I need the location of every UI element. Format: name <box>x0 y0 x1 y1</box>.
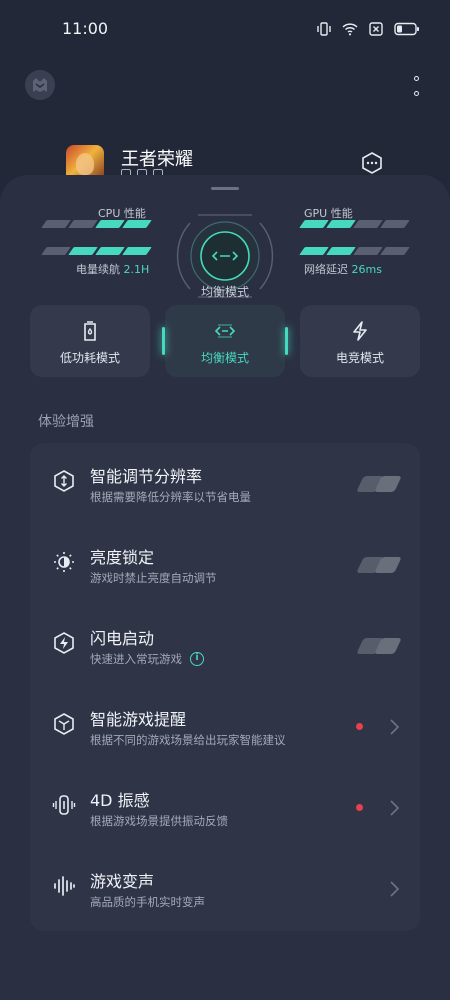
list-item-smart-reminder[interactable]: 智能游戏提醒 根据不同的游戏场景给出玩家智能建议 <box>30 686 420 767</box>
brightness-icon <box>54 552 74 572</box>
level-bar <box>68 220 98 228</box>
performance-panel: CPU 性能 GPU 性能 电量续航 2.1H 网络延迟 26ms 均衡模式 低… <box>0 175 450 1000</box>
latency-level-bars <box>299 247 410 257</box>
list-item-4d-vibration[interactable]: 4D 振感 根据游戏场景提供振动反馈 <box>30 767 420 848</box>
item-title: 智能调节分辨率 <box>90 467 203 486</box>
latency-value: 26ms <box>351 263 382 276</box>
level-bar <box>353 247 383 255</box>
drag-handle[interactable] <box>211 187 239 190</box>
status-time: 11:00 <box>62 19 109 38</box>
voice-wave-icon <box>54 876 75 896</box>
item-subtitle-text: 根据游戏场景提供振动反馈 <box>90 814 228 828</box>
smart-resolution-toggle[interactable] <box>356 474 402 494</box>
gpu-label: GPU 性能 <box>304 207 353 220</box>
item-title: 游戏变声 <box>90 872 155 891</box>
mode-power-saving[interactable]: 低功耗模式 <box>30 305 150 377</box>
vibrate-icon <box>317 22 331 36</box>
new-badge-dot <box>356 723 363 730</box>
item-subtitle-text: 根据不同的游戏场景给出玩家智能建议 <box>90 733 286 747</box>
mode-power-saving-label: 低功耗模式 <box>59 351 120 365</box>
balance-icon <box>214 324 236 338</box>
mode-esports-label: 电竞模式 <box>335 351 384 365</box>
cube-icon <box>54 713 74 735</box>
level-bar <box>95 220 125 228</box>
item-subtitle: 快速进入常玩游戏 i <box>90 651 204 667</box>
battery-info: 电量续航 2.1H <box>76 261 149 277</box>
item-subtitle-text: 高品质的手机实时变声 <box>90 895 205 909</box>
latency-info: 网络延迟 26ms <box>304 261 382 277</box>
level-bar <box>380 247 410 255</box>
level-bar <box>326 247 356 255</box>
lightning-hexagon-icon <box>54 632 74 654</box>
enhancement-list: 智能调节分辨率 根据需要降低分辨率以节省电量 亮度锁定 游戏时禁止亮度自动调节 … <box>30 443 420 931</box>
level-bar <box>95 247 125 255</box>
level-bar <box>353 220 383 228</box>
battery-saver-icon <box>84 321 96 341</box>
mode-esports[interactable]: 电竞模式 <box>300 305 420 377</box>
brightness-lock-toggle[interactable] <box>356 555 402 575</box>
item-subtitle: 根据需要降低分辨率以节省电量 <box>90 489 251 505</box>
battery-icon <box>394 22 419 36</box>
battery-value: 2.1H <box>123 263 150 276</box>
item-subtitle-text: 根据需要降低分辨率以节省电量 <box>90 490 251 504</box>
mode-balanced[interactable]: 均衡模式 <box>162 305 288 377</box>
item-subtitle-text: 快速进入常玩游戏 <box>90 652 182 666</box>
status-icons <box>316 21 420 37</box>
item-subtitle-text: 游戏时禁止亮度自动调节 <box>90 571 217 585</box>
flash-launch-toggle[interactable] <box>356 636 402 656</box>
item-subtitle: 高品质的手机实时变声 <box>90 894 205 910</box>
item-title: 4D 振感 <box>90 791 150 810</box>
current-mode-caption: 均衡模式 <box>200 285 249 299</box>
gpu-level-bars <box>299 220 410 230</box>
item-title: 智能游戏提醒 <box>90 710 187 729</box>
chevron-right-icon <box>390 800 400 816</box>
mode-selector: 低功耗模式 均衡模式 电竞模式 <box>30 305 420 377</box>
status-bar: 11:00 <box>0 0 450 60</box>
level-bar <box>122 247 152 255</box>
level-bar <box>299 220 329 228</box>
wifi-icon <box>342 23 358 36</box>
list-item-flash-launch: 闪电启动 快速进入常玩游戏 i <box>30 605 420 686</box>
resolution-icon <box>54 470 74 492</box>
cpu-level-bars <box>41 220 152 230</box>
game-title: 王者荣耀 <box>121 149 193 170</box>
list-item-voice-changer[interactable]: 游戏变声 高品质的手机实时变声 <box>30 848 420 929</box>
chevron-right-icon <box>390 719 400 735</box>
info-icon[interactable]: i <box>190 652 204 666</box>
level-bar <box>122 220 152 228</box>
section-title: 体验增强 <box>38 414 94 430</box>
more-vertical-icon[interactable] <box>404 72 428 100</box>
item-subtitle: 根据不同的游戏场景给出玩家智能建议 <box>90 732 286 748</box>
list-item-smart-resolution: 智能调节分辨率 根据需要降低分辨率以节省电量 <box>30 443 420 524</box>
latency-label: 网络延迟 <box>304 263 348 276</box>
no-sim-icon <box>369 22 383 36</box>
item-title: 亮度锁定 <box>90 548 155 567</box>
level-bar <box>326 220 356 228</box>
item-title: 闪电启动 <box>90 629 155 648</box>
item-subtitle: 游戏时禁止亮度自动调节 <box>90 570 217 586</box>
game-assistant-logo-icon[interactable] <box>25 70 55 100</box>
battery-level-bars <box>41 247 152 257</box>
hexagon-settings-icon[interactable] <box>360 151 384 175</box>
level-bar <box>299 247 329 255</box>
chevron-right-icon <box>390 881 400 897</box>
level-bar <box>380 220 410 228</box>
new-badge-dot <box>356 804 363 811</box>
vibration-icon <box>52 795 76 815</box>
list-item-brightness-lock: 亮度锁定 游戏时禁止亮度自动调节 <box>30 524 420 605</box>
cpu-label: CPU 性能 <box>98 207 146 220</box>
lightning-icon <box>353 321 367 341</box>
level-bar <box>41 247 71 255</box>
battery-label: 电量续航 <box>76 263 120 276</box>
mode-balanced-label: 均衡模式 <box>200 351 249 365</box>
level-bar <box>41 220 71 228</box>
level-bar <box>68 247 98 255</box>
item-subtitle: 根据游戏场景提供振动反馈 <box>90 813 228 829</box>
